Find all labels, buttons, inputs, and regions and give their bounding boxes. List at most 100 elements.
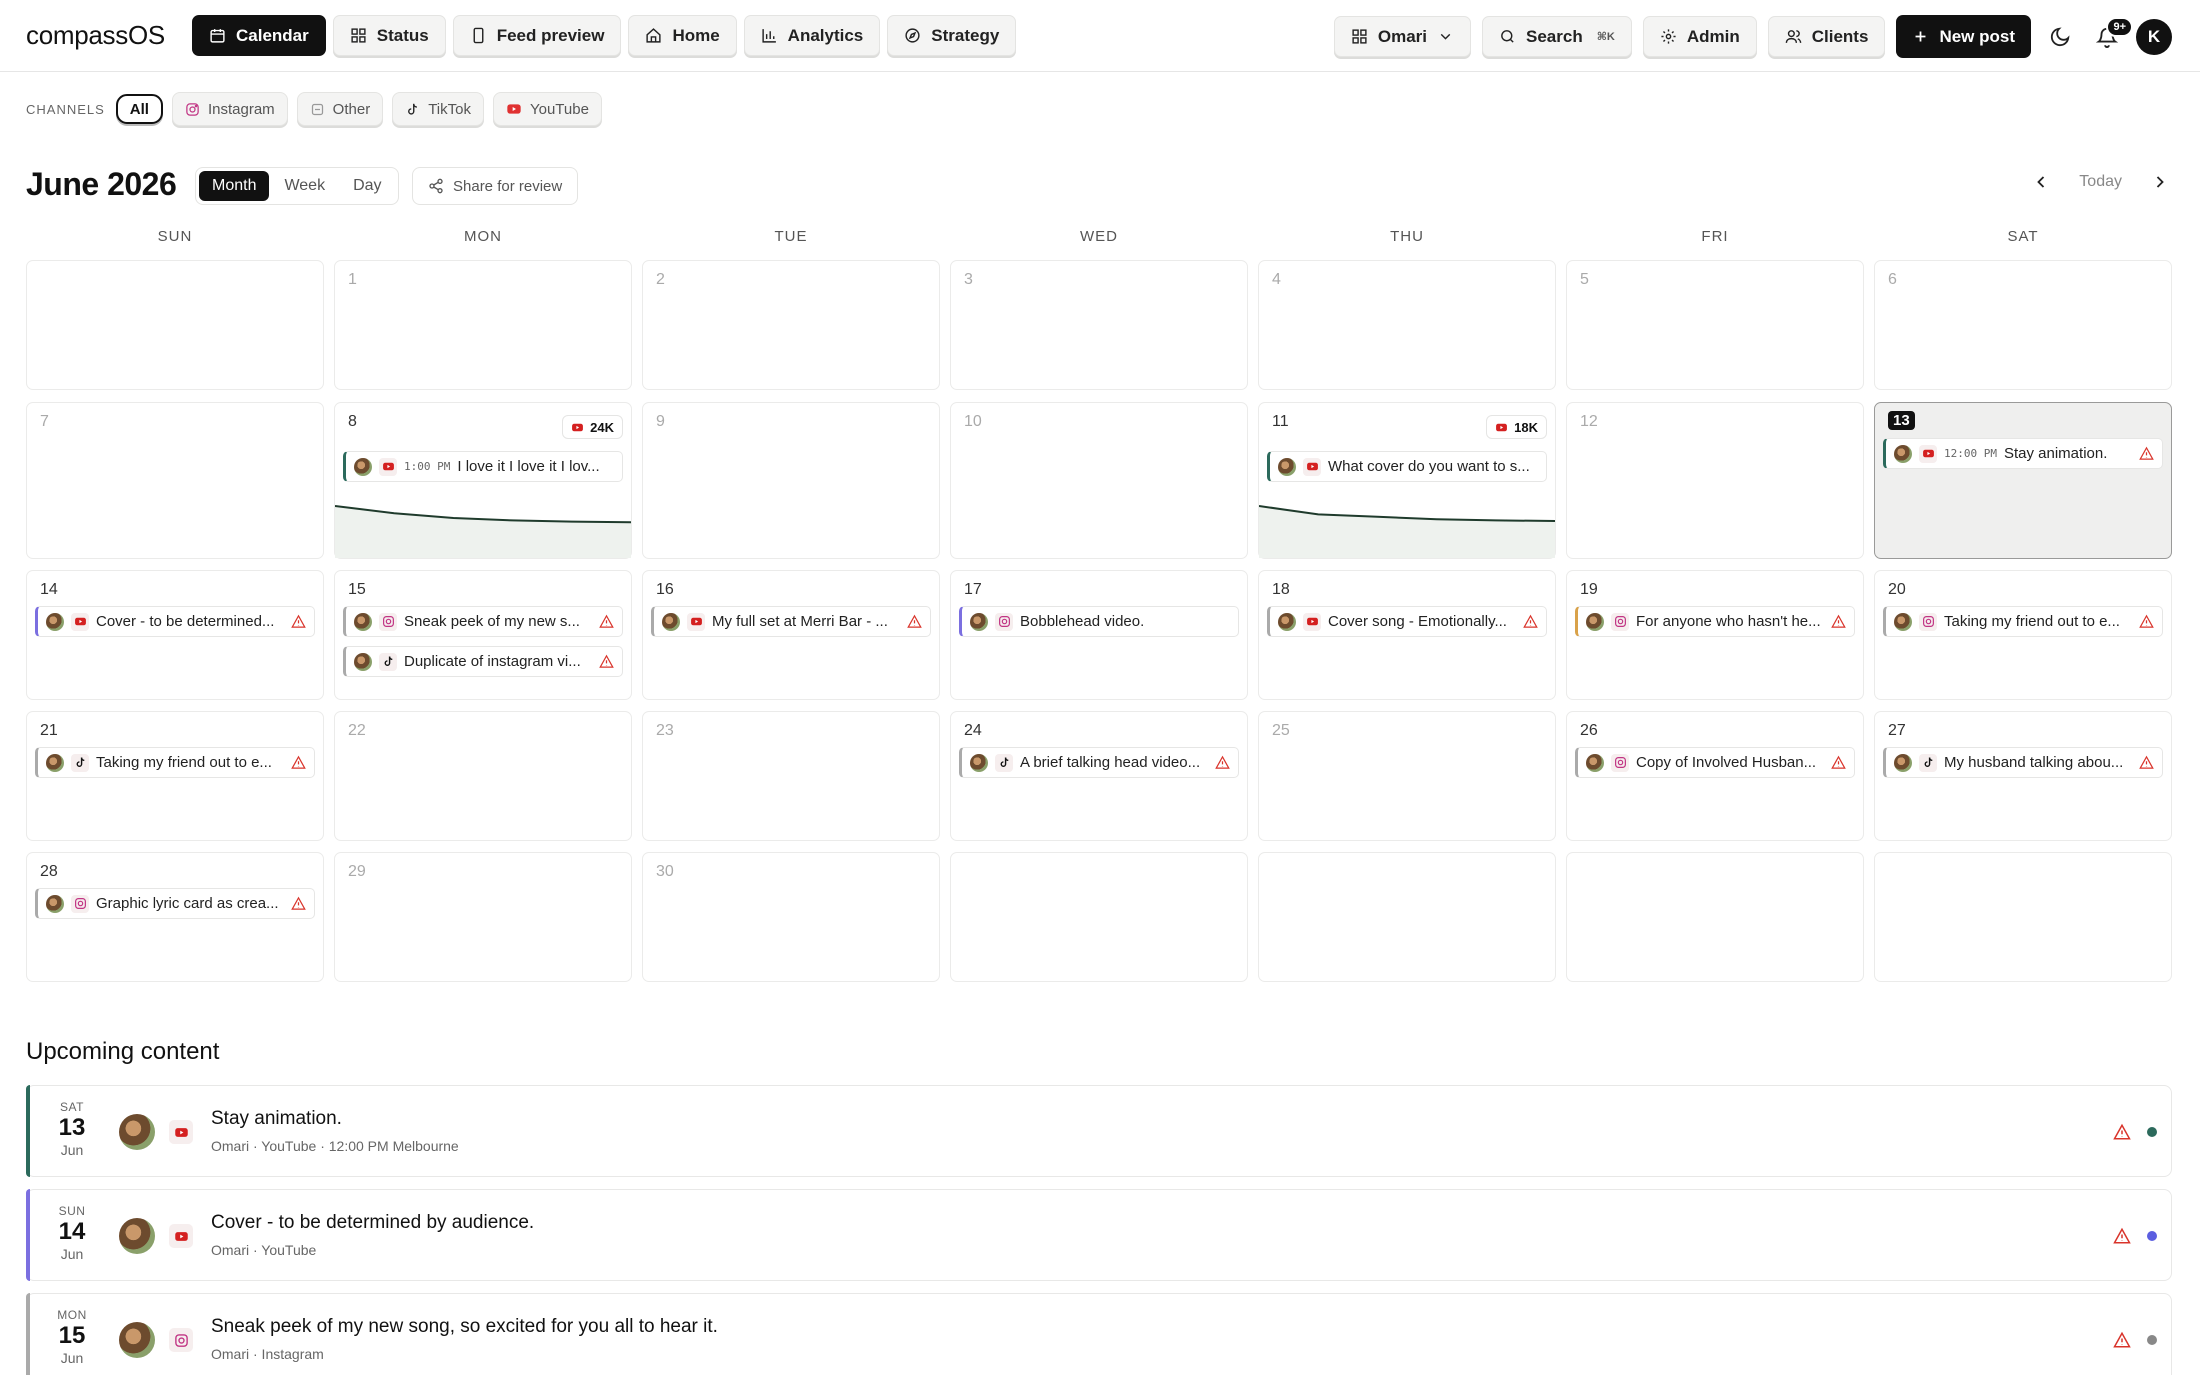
nav-strategy[interactable]: Strategy — [887, 15, 1017, 56]
post-title: I love it I love it I lov... — [457, 458, 600, 475]
calendar-post[interactable]: Cover song - Emotionally... — [1267, 606, 1547, 637]
notifications-button[interactable]: 9+ — [2089, 16, 2133, 55]
search-icon — [1501, 30, 1514, 43]
calendar-post[interactable]: Taking my friend out to e... — [1883, 606, 2163, 637]
view-day[interactable]: Day — [340, 171, 394, 201]
post-title: Stay animation. — [2003, 445, 2108, 462]
day-cell[interactable]: 12 — [1566, 402, 1864, 559]
user-avatar[interactable]: K — [2136, 18, 2172, 55]
day-cell[interactable]: 26 Copy of Involved Husban... — [1566, 711, 1864, 841]
channel-chip-instagram[interactable]: Instagram — [171, 92, 288, 126]
day-cell[interactable]: 22 — [334, 711, 632, 841]
channel-chip-tiktok[interactable]: TikTok — [392, 92, 484, 126]
nav-strategy-label: Strategy — [931, 25, 1000, 45]
day-cell[interactable]: 5 — [1566, 260, 1864, 390]
day-cell[interactable]: 3 — [950, 260, 1248, 390]
nav-analytics[interactable]: Analytics — [743, 15, 881, 56]
day-cell[interactable]: 2 — [642, 260, 940, 390]
day-cell[interactable]: 16 My full set at Merri Bar - ... — [642, 570, 940, 700]
calendar-post[interactable]: My full set at Merri Bar - ... — [651, 606, 931, 637]
calendar-post[interactable]: Bobblehead video. — [959, 606, 1239, 637]
day-cell[interactable]: 1 — [334, 260, 632, 390]
calendar-post[interactable]: Duplicate of instagram vi... — [343, 646, 623, 677]
calendar-post[interactable]: For anyone who hasn't he... — [1575, 606, 1855, 637]
day-cell[interactable]: 27 My husband talking abou... — [1874, 711, 2172, 841]
calendar-post[interactable]: Taking my friend out to e... — [35, 747, 315, 778]
share-for-review-button[interactable]: Share for review — [412, 167, 579, 205]
view-month[interactable]: Month — [199, 171, 270, 201]
compass-icon — [905, 28, 920, 43]
theme-toggle[interactable] — [2042, 19, 2078, 55]
day-cell[interactable]: 10 — [950, 402, 1248, 559]
weekday-header: MON — [464, 228, 502, 245]
upcoming-item[interactable]: MON 15 Jun Sneak peek of my new song, so ex… — [26, 1293, 2172, 1375]
day-number: 28 — [40, 863, 58, 880]
warning-icon — [2139, 755, 2154, 770]
day-cell[interactable]: 21 Taking my friend out to e... — [26, 711, 324, 841]
day-cell[interactable]: 28 Graphic lyric card as crea... — [26, 852, 324, 982]
day-cell[interactable]: 30 — [642, 852, 940, 982]
day-number: 16 — [656, 581, 674, 598]
day-cell[interactable]: 18 Cover song - Emotionally... — [1258, 570, 1556, 700]
creator-avatar — [354, 612, 372, 631]
day-cell[interactable]: 11 18K What cover do you want to s... — [1258, 402, 1556, 559]
upcoming-meta: Omari · YouTube — [211, 1242, 317, 1258]
nav-feed-preview[interactable]: Feed preview — [452, 15, 622, 56]
creator-avatar — [1894, 612, 1912, 631]
chevron-left-icon[interactable] — [2031, 172, 2051, 192]
nav-status[interactable]: Status — [332, 15, 446, 56]
instagram-icon — [186, 102, 199, 116]
youtube-icon — [1303, 612, 1321, 631]
day-cell[interactable]: 24 A brief talking head video... — [950, 711, 1248, 841]
nav-home[interactable]: Home — [628, 15, 737, 56]
calendar-post[interactable]: 12:00 PM Stay animation. — [1883, 438, 2163, 469]
day-cell[interactable]: 7 — [26, 402, 324, 559]
calendar-post[interactable]: Graphic lyric card as crea... — [35, 888, 315, 919]
upcoming-item[interactable]: SAT 13 Jun Stay animation. Omari · YouTube ·… — [26, 1085, 2172, 1177]
day-cell[interactable]: 13 12:00 PM Stay animation. — [1874, 402, 2172, 559]
admin-button[interactable]: Admin — [1642, 16, 1757, 57]
day-cell[interactable]: 15 Sneak peek of my new s... Duplicate of … — [334, 570, 632, 700]
view-week[interactable]: Week — [271, 171, 338, 201]
day-cell[interactable]: 9 — [642, 402, 940, 559]
channel-chip-label: Other — [332, 100, 371, 118]
workspace-switcher[interactable]: Omari — [1333, 16, 1471, 57]
search-button[interactable]: Search ⌘K — [1482, 16, 1632, 57]
calendar-post[interactable]: 1:00 PM I love it I love it I lov... — [343, 451, 623, 482]
channel-chip-all[interactable]: All — [115, 94, 163, 124]
upcoming-day: 14 — [58, 1218, 86, 1245]
day-cell[interactable]: 4 — [1258, 260, 1556, 390]
day-cell[interactable]: 6 — [1874, 260, 2172, 390]
day-cell[interactable]: 17 Bobblehead video. — [950, 570, 1248, 700]
day-cell[interactable]: 19 For anyone who hasn't he... — [1566, 570, 1864, 700]
views-sparkline — [335, 505, 631, 558]
youtube-icon — [1495, 421, 1508, 434]
brand-logo[interactable]: compassOS — [26, 20, 165, 51]
calendar-post[interactable]: Copy of Involved Husban... — [1575, 747, 1855, 778]
day-cell[interactable]: 14 Cover - to be determined... — [26, 570, 324, 700]
day-cell[interactable]: 20 Taking my friend out to e... — [1874, 570, 2172, 700]
calendar-post[interactable]: Cover - to be determined... — [35, 606, 315, 637]
calendar-post[interactable]: A brief talking head video... — [959, 747, 1239, 778]
calendar-post[interactable]: What cover do you want to s... — [1267, 451, 1547, 482]
day-number: 29 — [348, 863, 366, 880]
warning-icon — [1523, 614, 1538, 629]
chevron-right-icon[interactable] — [2150, 172, 2170, 192]
channel-chip-youtube[interactable]: YouTube — [492, 92, 602, 126]
new-post-button[interactable]: New post — [1896, 15, 2031, 58]
day-cell[interactable]: 23 — [642, 711, 940, 841]
nav-calendar[interactable]: Calendar — [192, 15, 326, 56]
channel-chip-other[interactable]: Other — [296, 92, 384, 126]
notification-count: 9+ — [2106, 16, 2133, 37]
creator-avatar — [970, 753, 988, 772]
day-cell[interactable]: 29 — [334, 852, 632, 982]
upcoming-item[interactable]: SUN 14 Jun Cover - to be determined by audi… — [26, 1189, 2172, 1281]
calendar-post[interactable]: Sneak peek of my new s... — [343, 606, 623, 637]
calendar-post[interactable]: My husband talking abou... — [1883, 747, 2163, 778]
day-cell[interactable]: 8 24K 1:00 PM I love it I love it I lov... — [334, 402, 632, 559]
today-button[interactable]: Today — [2079, 173, 2122, 191]
upcoming-title: Cover - to be determined by audience. — [211, 1212, 535, 1233]
clients-button[interactable]: Clients — [1767, 16, 1886, 57]
day-cell[interactable]: 25 — [1258, 711, 1556, 841]
upcoming-month: Jun — [60, 1142, 84, 1158]
